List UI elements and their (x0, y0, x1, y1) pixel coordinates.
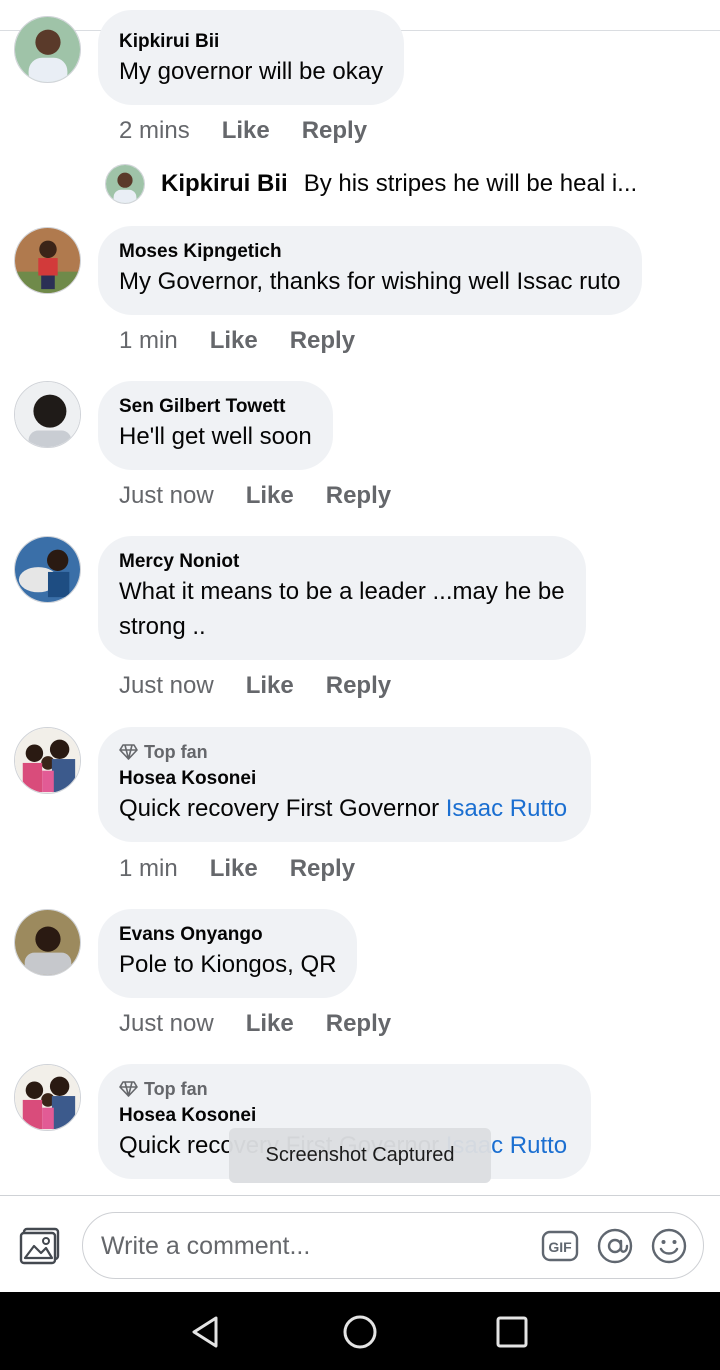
comment-author[interactable]: Sen Gilbert Towett (119, 395, 312, 419)
like-button[interactable]: Like (210, 326, 258, 356)
screenshot-toast: Screenshot Captured (229, 1128, 491, 1183)
comment-text: Pole to Kiongos, QR (119, 951, 337, 978)
avatar[interactable] (14, 909, 81, 976)
comment-author[interactable]: Moses Kipngetich (119, 240, 621, 264)
comment-feed: Kipkirui Bii My governor will be okay 2 … (0, 0, 720, 1195)
reply-button[interactable]: Reply (302, 116, 367, 146)
reply-author[interactable]: Kipkirui Bii (161, 170, 288, 198)
like-button[interactable]: Like (222, 116, 270, 146)
avatar[interactable] (14, 227, 81, 294)
comment-bubble[interactable]: Mercy Noniot What it means to be a leade… (98, 536, 586, 660)
home-icon[interactable] (340, 1312, 380, 1352)
reply-button[interactable]: Reply (290, 854, 355, 884)
comment-text-line: strong .. (119, 613, 206, 640)
comment-bubble[interactable]: Kipkirui Bii My governor will be okay (98, 10, 405, 105)
comment-bubble[interactable]: Evans Onyango Pole to Kiongos, QR (98, 909, 358, 998)
avatar[interactable] (14, 1064, 81, 1131)
comment-actions: Just now Like Reply (119, 1009, 391, 1039)
reply-preview[interactable]: Kipkirui Bii By his stripes he will be h… (105, 164, 637, 204)
comment-actions: 2 mins Like Reply (119, 116, 367, 146)
reply-button[interactable]: Reply (326, 1009, 391, 1039)
comment-text: He'll get well soon (119, 423, 312, 450)
comment-time: Just now (119, 1010, 214, 1037)
comment-time: Just now (119, 672, 214, 699)
comment-bubble[interactable]: Top fan Hosea Kosonei Quick recovery Fir… (98, 727, 592, 842)
like-button[interactable]: Like (246, 1009, 294, 1039)
diamond-icon (119, 744, 138, 760)
svg-text:GIF: GIF (548, 1239, 572, 1255)
top-fan-label: Top fan (144, 742, 208, 762)
comment-author[interactable]: Evans Onyango (119, 923, 336, 947)
avatar[interactable] (14, 536, 81, 603)
comment-actions: 1 min Like Reply (119, 854, 355, 884)
reply-button[interactable]: Reply (326, 671, 391, 701)
comment-input[interactable] (101, 1223, 521, 1269)
top-fan-label: Top fan (144, 1079, 208, 1099)
comment-actions: Just now Like Reply (119, 671, 391, 701)
comment-text: My governor will be okay (119, 58, 384, 85)
reply-avatar (105, 164, 145, 204)
comment-author[interactable]: Mercy Noniot (119, 550, 565, 574)
comment-actions: 1 min Like Reply (119, 326, 355, 356)
comment-actions: Just now Like Reply (119, 481, 391, 511)
top-fan-badge: Top fan (119, 740, 567, 764)
reply-button[interactable]: Reply (290, 326, 355, 356)
like-button[interactable]: Like (210, 854, 258, 884)
system-nav-bar (0, 1292, 720, 1370)
mention-link[interactable]: Isaac Rutto (446, 795, 567, 822)
comment-input-box[interactable]: GIF (82, 1212, 704, 1279)
comment-author[interactable]: Kipkirui Bii (119, 30, 383, 54)
diamond-icon (119, 1081, 138, 1097)
at-mention-icon[interactable] (596, 1227, 634, 1265)
comment-text-line: What it means to be a leader ...may he b… (119, 578, 565, 605)
gif-icon[interactable]: GIF (541, 1227, 579, 1265)
comment-bubble[interactable]: Sen Gilbert Towett He'll get well soon (98, 381, 333, 470)
comment-author[interactable]: Hosea Kosonei (119, 767, 567, 791)
comment-text: Quick recovery First Governor Isaac Rutt… (119, 791, 567, 826)
recents-icon[interactable] (492, 1312, 532, 1352)
reply-text: By his stripes he will be heal i... (303, 170, 638, 197)
reply-button[interactable]: Reply (326, 481, 391, 511)
comment-time: 2 mins (119, 117, 190, 144)
comment-time: 1 min (119, 327, 178, 354)
comment-time: 1 min (119, 855, 178, 882)
avatar[interactable] (14, 727, 81, 794)
avatar[interactable] (14, 381, 81, 448)
emoji-icon[interactable] (650, 1227, 688, 1265)
comment-text-body: Quick recovery First Governor (119, 795, 446, 822)
avatar[interactable] (14, 16, 81, 83)
back-icon[interactable] (186, 1312, 226, 1352)
comment-bubble[interactable]: Moses Kipngetich My Governor, thanks for… (98, 226, 642, 315)
top-fan-badge: Top fan (119, 1077, 567, 1101)
like-button[interactable]: Like (246, 671, 294, 701)
photo-icon[interactable] (18, 1226, 62, 1266)
like-button[interactable]: Like (246, 481, 294, 511)
comment-author[interactable]: Hosea Kosonei (119, 1104, 567, 1128)
comment-composer: GIF (0, 1195, 720, 1292)
comment-text: My Governor, thanks for wishing well Iss… (119, 268, 621, 295)
comment-time: Just now (119, 482, 214, 509)
